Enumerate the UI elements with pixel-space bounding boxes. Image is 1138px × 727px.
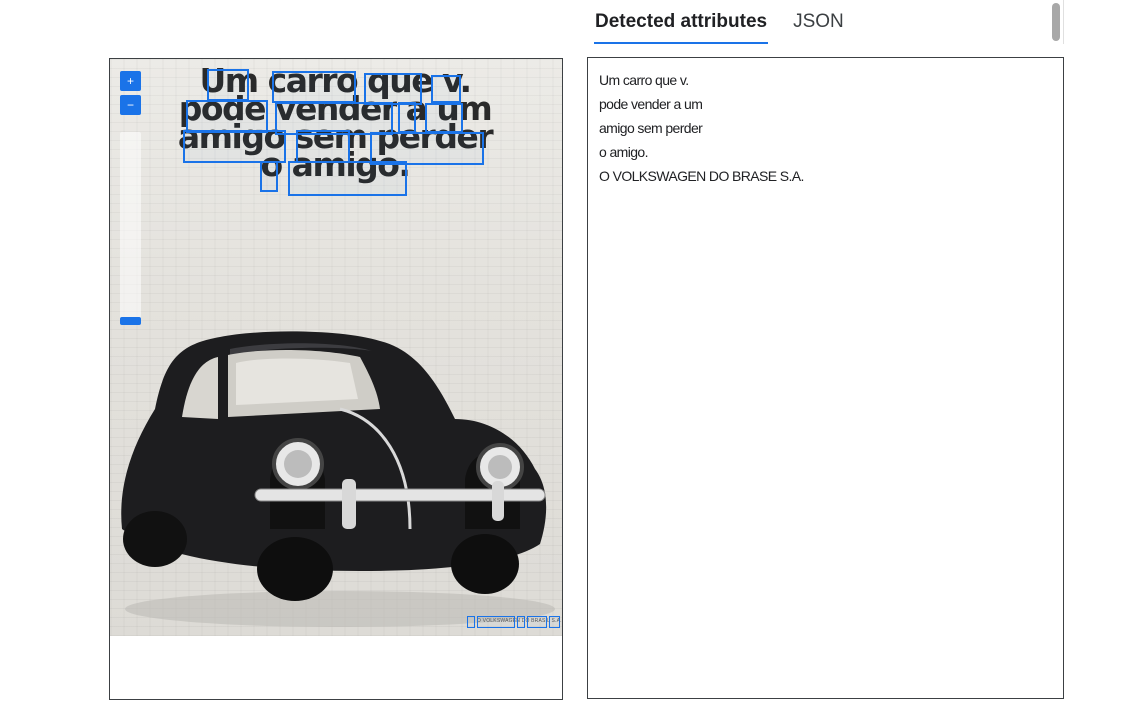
scrollbar-thumb[interactable] (1052, 3, 1060, 41)
detected-word-box[interactable] (288, 161, 407, 196)
detected-word-box[interactable] (207, 69, 249, 101)
zoom-out-button[interactable]: − (120, 95, 141, 115)
detected-text-line: Um carro que v. (599, 72, 689, 88)
detected-text-panel: Um carro que v. pode vender a um amigo s… (587, 57, 1064, 699)
tab-json[interactable]: JSON (792, 0, 845, 44)
detected-word-box[interactable] (186, 100, 268, 133)
tab-detected-attributes[interactable]: Detected attributes (594, 0, 769, 44)
detected-word-box[interactable] (260, 161, 278, 192)
minus-icon: − (126, 98, 134, 112)
plus-icon: + (126, 74, 134, 88)
ad-image: Um carro que v. pode vender a um amigo s… (110, 59, 562, 636)
zoom-in-button[interactable]: + (120, 71, 141, 91)
detected-text-line: O VOLKSWAGEN DO BRASE S.A. (599, 168, 804, 184)
detected-text-line: pode vender a um (599, 96, 703, 112)
detected-word-box[interactable] (477, 616, 515, 628)
detected-word-box[interactable] (431, 75, 461, 103)
detected-word-box[interactable] (272, 71, 356, 103)
detected-word-box[interactable] (517, 616, 525, 628)
detected-text-line: amigo sem perder (599, 120, 703, 136)
zoom-slider-track[interactable] (120, 132, 141, 324)
detected-word-box[interactable] (549, 616, 560, 628)
detected-text-line: o amigo. (599, 144, 649, 160)
detected-word-box[interactable] (364, 73, 422, 105)
tab-scrollbar[interactable] (1048, 0, 1064, 44)
image-panel: Um carro que v. pode vender a um amigo s… (109, 58, 563, 700)
tab-bar: Detected attributes JSON (594, 0, 845, 44)
zoom-slider-thumb[interactable] (120, 317, 141, 325)
detected-word-box[interactable] (425, 103, 463, 133)
detected-word-box[interactable] (467, 616, 475, 628)
detected-word-box[interactable] (527, 616, 547, 628)
detected-word-box[interactable] (398, 102, 416, 133)
detected-word-box[interactable] (183, 130, 286, 163)
detected-word-box[interactable] (296, 130, 350, 163)
